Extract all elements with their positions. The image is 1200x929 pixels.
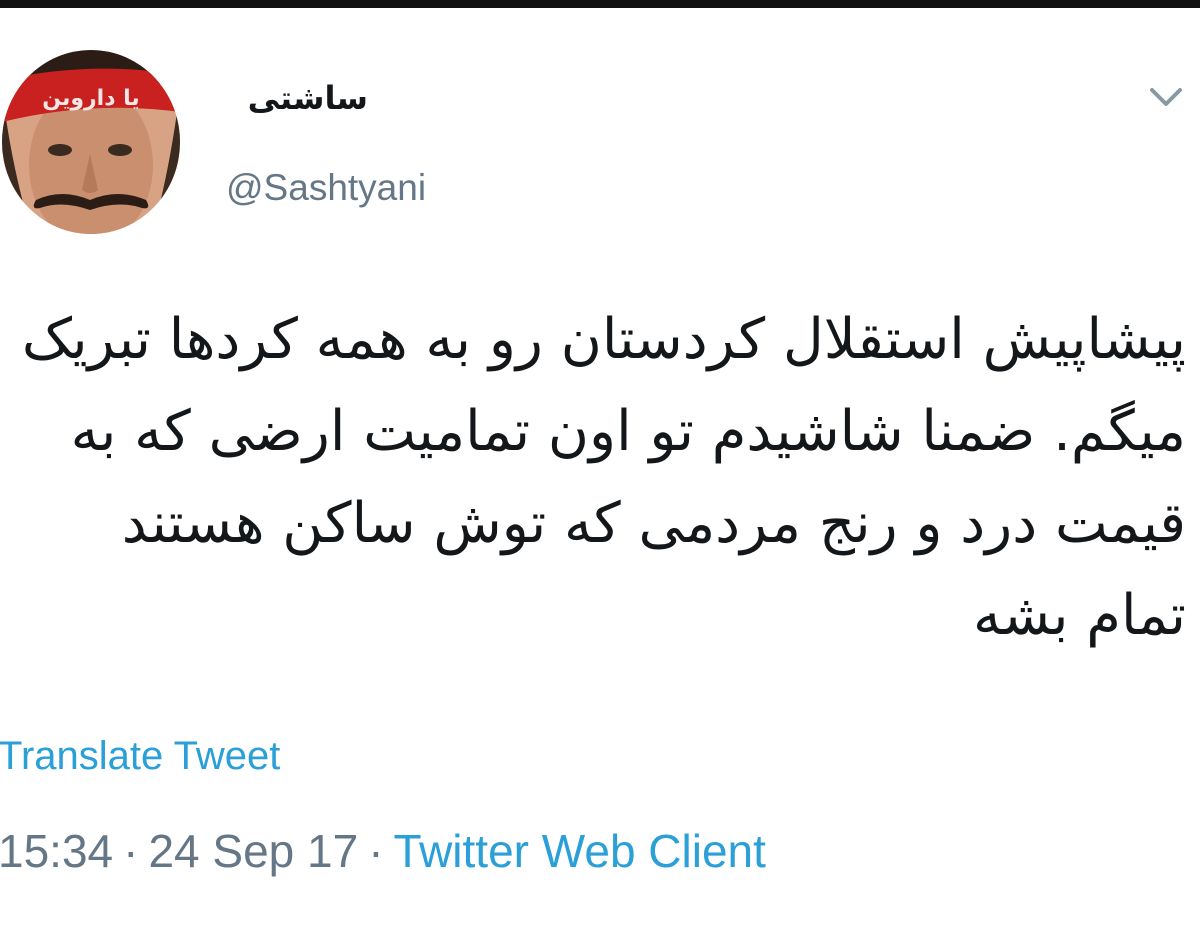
headband-text: یا داروین	[42, 86, 139, 111]
top-bar	[0, 0, 1200, 8]
chevron-down-icon	[1150, 88, 1182, 106]
tweet-menu-button[interactable]	[1144, 80, 1188, 116]
author-handle[interactable]: @Sashtyani	[226, 162, 426, 214]
translate-tweet-link[interactable]: Translate Tweet	[0, 730, 280, 782]
author-display-name[interactable]: ساشتی	[228, 68, 368, 128]
separator: ·	[123, 825, 139, 877]
tweet-metadata: 15:34 · 24 Sep 17 · Twitter Web Client	[0, 822, 766, 880]
separator: ·	[368, 825, 384, 877]
tweet-text: پیشاپیش استقلال کردستان رو به همه کردها …	[21, 307, 1186, 648]
tweet-date[interactable]: 24 Sep 17	[148, 825, 358, 877]
tweet-time[interactable]: 15:34	[0, 825, 113, 877]
avatar[interactable]: یا داروین	[2, 50, 180, 234]
tweet-source-link[interactable]: Twitter Web Client	[394, 825, 766, 877]
avatar-image: یا داروین	[2, 50, 180, 234]
